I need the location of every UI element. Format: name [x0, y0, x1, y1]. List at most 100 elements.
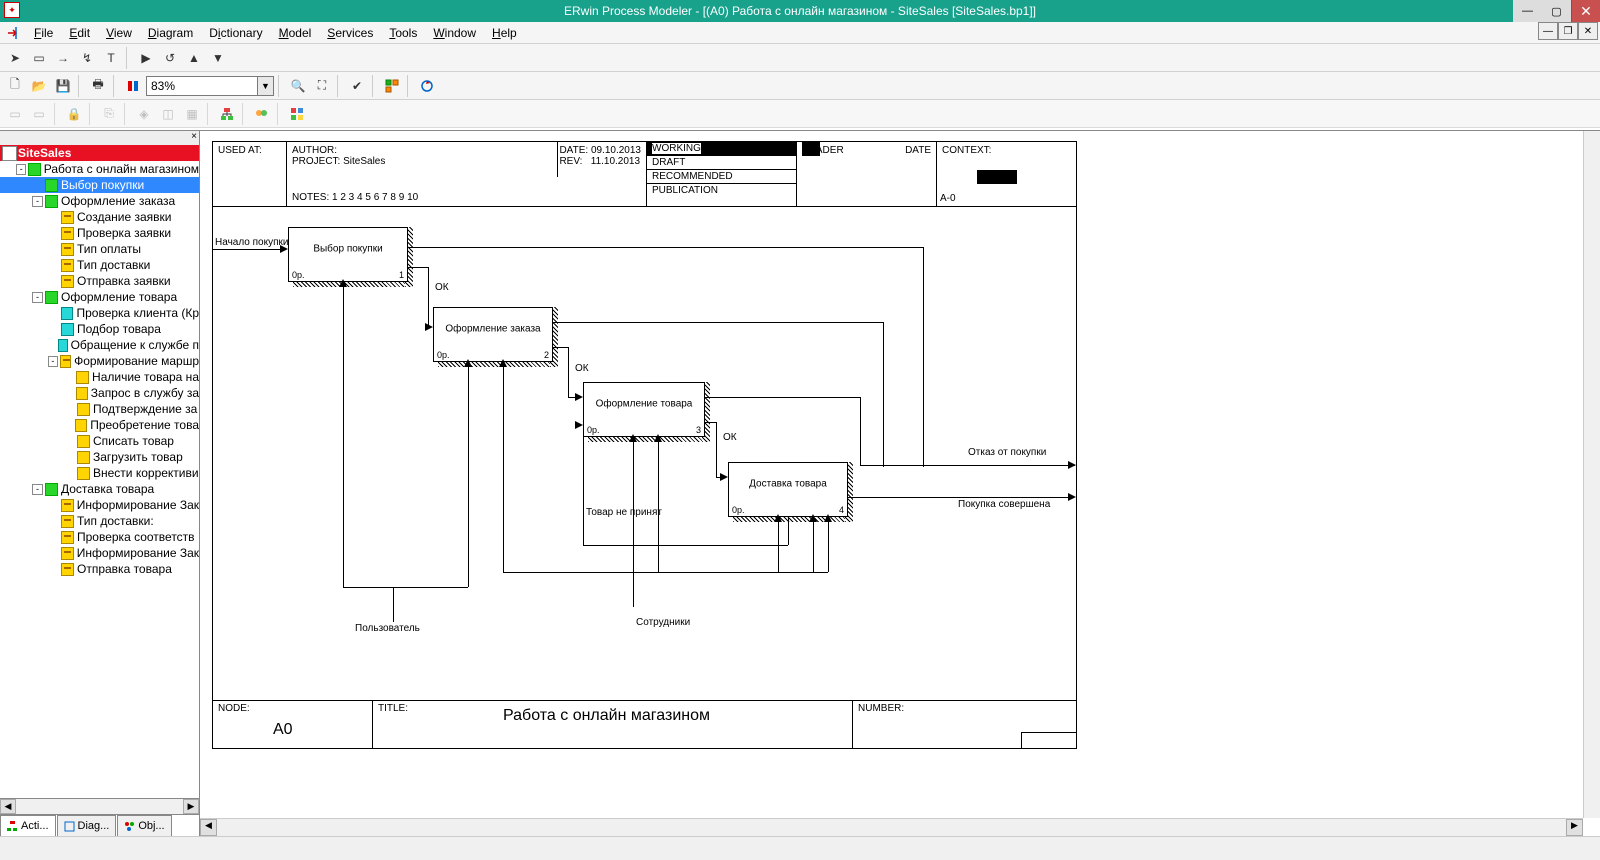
tree-item[interactable]: -Работа с онлайн магазином	[0, 161, 199, 177]
tree-label: Тип доставки:	[77, 514, 154, 528]
arrow-tool[interactable]: →	[52, 47, 74, 69]
activity-2[interactable]: Оформление заказа 0р. 2	[433, 307, 553, 362]
tree-item[interactable]: Проверка клиента (Кр	[0, 305, 199, 321]
mdi-restore[interactable]: ❐	[1558, 22, 1578, 40]
lock-icon: 🔒	[63, 103, 85, 125]
org-7[interactable]	[216, 103, 238, 125]
menu-model[interactable]: Model	[271, 24, 320, 42]
activity-1[interactable]: Выбор покупки 0р. 1	[288, 227, 408, 282]
tree-item[interactable]: -Формирование маршр	[0, 353, 199, 369]
activity-4[interactable]: Доставка товара 0р. 4	[728, 462, 848, 517]
refresh-icon[interactable]	[416, 75, 438, 97]
tree-item[interactable]: Тип доставки:	[0, 513, 199, 529]
model-explorer: × SiteSales -Работа с онлайн магазиномВы…	[0, 131, 200, 836]
zoom-input[interactable]	[147, 79, 257, 93]
tree-item[interactable]: Информирование Зак	[0, 545, 199, 561]
tree-item[interactable]: Выбор покупки	[0, 177, 199, 193]
save-icon[interactable]: 💾	[52, 75, 74, 97]
menu-help[interactable]: Help	[484, 24, 525, 42]
tree-item[interactable]: Создание заявки	[0, 209, 199, 225]
spellcheck-icon[interactable]: ✔	[346, 75, 368, 97]
hdr-usedat: USED AT:	[213, 142, 287, 206]
tree-item[interactable]: -Оформление товара	[0, 289, 199, 305]
menu-dictionary[interactable]: Dictionary	[201, 24, 270, 42]
tree-item[interactable]: -Доставка товара	[0, 481, 199, 497]
squiggle-tool[interactable]: ↯	[76, 47, 98, 69]
tree-root[interactable]: SiteSales	[0, 145, 199, 161]
undo-icon[interactable]: ↺	[159, 47, 181, 69]
expand-icon[interactable]: -	[48, 356, 58, 367]
menu-diagram[interactable]: Diagram	[140, 24, 201, 42]
canvas-vscroll[interactable]	[1583, 131, 1600, 818]
roles-icon[interactable]	[251, 103, 273, 125]
zoom-dropdown-icon[interactable]: ▼	[257, 77, 273, 95]
canvas-hscroll[interactable]: ◀▶	[200, 818, 1583, 836]
tab-objects[interactable]: Obj...	[117, 815, 171, 836]
menu-window[interactable]: Window	[425, 24, 484, 42]
model-explorer-icon[interactable]	[381, 75, 403, 97]
tree-label: Тип оплаты	[77, 242, 141, 256]
idef0-diagram[interactable]: USED AT: AUTHOR: PROJECT: SiteSales DATE…	[212, 141, 1077, 749]
tree-item[interactable]: Проверка соответств	[0, 529, 199, 545]
diagram-canvas-area[interactable]: USED AT: AUTHOR: PROJECT: SiteSales DATE…	[200, 131, 1600, 836]
new-icon[interactable]: 🗋	[4, 75, 26, 97]
maximize-button[interactable]: ▢	[1542, 0, 1571, 22]
open-icon[interactable]: 📂	[28, 75, 50, 97]
tree-item[interactable]: Преобретение това	[0, 417, 199, 433]
tree-item[interactable]: Отправка товара	[0, 561, 199, 577]
tree-item[interactable]: Отправка заявки	[0, 273, 199, 289]
up-icon[interactable]: ▲	[183, 47, 205, 69]
tree-item[interactable]: Информирование Зак	[0, 497, 199, 513]
tree-item[interactable]: Внести коррективи	[0, 465, 199, 481]
print-icon[interactable]: 🖶	[87, 75, 109, 97]
mdi-minimize[interactable]: —	[1538, 22, 1558, 40]
expand-icon[interactable]: -	[32, 292, 43, 303]
diagram-body[interactable]: Выбор покупки 0р. 1 Оформление заказа 0р…	[213, 207, 1076, 700]
menu-tools[interactable]: Tools	[381, 24, 425, 42]
tree-label: Отправка товара	[77, 562, 172, 576]
menu-file[interactable]: File	[26, 24, 61, 42]
minimize-button[interactable]: —	[1513, 0, 1542, 22]
zoom-combo[interactable]: ▼	[146, 76, 274, 96]
down-icon[interactable]: ▼	[207, 47, 229, 69]
text-tool[interactable]: T	[100, 47, 122, 69]
tree-item[interactable]: Тип доставки	[0, 257, 199, 273]
mdi-close[interactable]: ✕	[1578, 22, 1598, 40]
menu-view[interactable]: View	[98, 24, 140, 42]
activity-tool[interactable]: ▭	[28, 47, 50, 69]
tree-item[interactable]: Обращение к службе п	[0, 337, 199, 353]
pointer-tool[interactable]: ➤	[4, 47, 26, 69]
tree-item[interactable]: -Оформление заказа	[0, 193, 199, 209]
tree-view[interactable]: SiteSales -Работа с онлайн магазиномВыбо…	[0, 145, 199, 798]
expand-icon[interactable]: -	[32, 196, 43, 207]
close-button[interactable]: ✕	[1571, 0, 1600, 22]
tree-item[interactable]: Тип оплаты	[0, 241, 199, 257]
node-icon	[60, 355, 71, 368]
activity-3[interactable]: Оформление товара 0р. 3	[583, 382, 705, 437]
tree-item[interactable]: Загрузить товар	[0, 449, 199, 465]
tab-activities[interactable]: Acti...	[0, 815, 56, 836]
panel-close-icon[interactable]: ×	[0, 131, 199, 145]
zoom-in-icon[interactable]: 🔍	[287, 75, 309, 97]
color-swatch-icon[interactable]	[286, 103, 308, 125]
zoom-fit-icon[interactable]: ⛶	[311, 75, 333, 97]
tree-item[interactable]: Списать товар	[0, 433, 199, 449]
tree-item[interactable]: Подбор товара	[0, 321, 199, 337]
expand-icon[interactable]: -	[32, 484, 43, 495]
resume-icon[interactable]: ▶	[135, 47, 157, 69]
report-icon[interactable]	[122, 75, 144, 97]
node-icon	[77, 435, 90, 448]
tree-item[interactable]: Запрос в службу за	[0, 385, 199, 401]
node-icon	[77, 467, 90, 480]
tree-item[interactable]: Проверка заявки	[0, 225, 199, 241]
tab-diagrams[interactable]: Diag...	[57, 815, 117, 836]
node-icon	[61, 515, 74, 528]
tree-item[interactable]: Наличие товара на	[0, 369, 199, 385]
menu-edit[interactable]: Edit	[61, 24, 98, 42]
menu-services[interactable]: Services	[319, 24, 381, 42]
node-icon	[45, 179, 58, 192]
org-2: ▭	[28, 103, 50, 125]
tree-hscroll[interactable]: ◀▶	[0, 798, 199, 814]
expand-icon[interactable]: -	[16, 164, 26, 175]
tree-item[interactable]: Подтверждение за	[0, 401, 199, 417]
